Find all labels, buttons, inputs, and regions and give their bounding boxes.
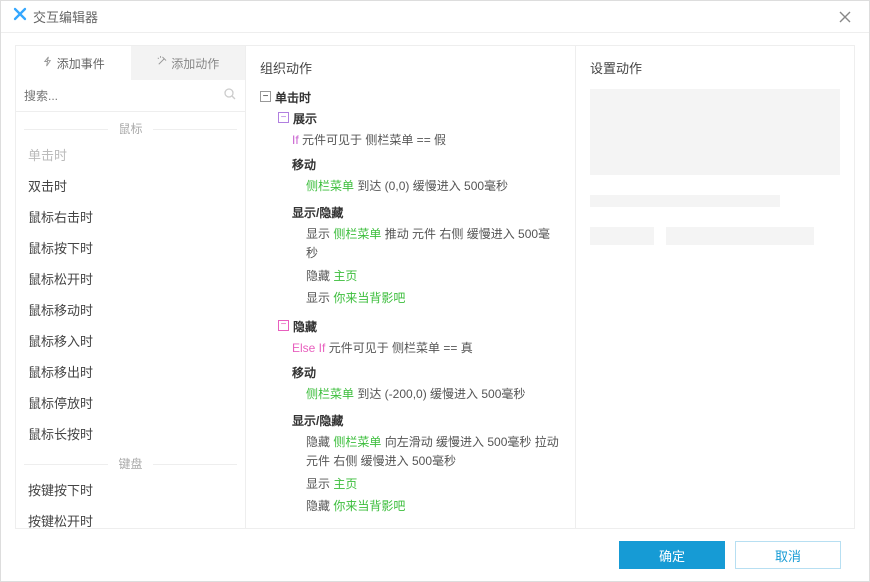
search-row	[16, 80, 245, 112]
event-item[interactable]: 鼠标松开时	[16, 263, 245, 294]
tab-add-event[interactable]: 添加事件	[16, 46, 131, 80]
case-label[interactable]: 展示	[293, 110, 317, 127]
section-title[interactable]: 显示/隐藏	[292, 204, 561, 221]
collapse-toggle-icon[interactable]: −	[278, 112, 289, 123]
placeholder-line	[590, 195, 780, 207]
tab-add-action[interactable]: 添加动作	[131, 46, 246, 80]
event-item[interactable]: 单击时	[16, 139, 245, 170]
event-item[interactable]: 鼠标长按时	[16, 418, 245, 449]
event-item[interactable]: 按键松开时	[16, 505, 245, 528]
tab-add-event-label: 添加事件	[57, 55, 105, 72]
placeholder-small	[666, 227, 814, 245]
center-panel: 组织动作 −单击时−展示If 元件可见于 侧栏菜单 == 假移动侧栏菜单 到达 …	[246, 46, 576, 528]
group-label: 鼠标	[16, 120, 245, 137]
center-header: 组织动作	[260, 58, 561, 77]
action-line[interactable]: 显示 侧栏菜单 推动 元件 右侧 缓慢进入 500毫秒	[306, 225, 561, 263]
close-icon[interactable]	[833, 5, 857, 29]
action-line[interactable]: 侧栏菜单 到达 (0,0) 缓慢进入 500毫秒	[306, 177, 561, 196]
action-tree: −单击时−展示If 元件可见于 侧栏菜单 == 假移动侧栏菜单 到达 (0,0)…	[260, 89, 561, 516]
collapse-toggle-icon[interactable]: −	[278, 320, 289, 331]
lightning-icon	[42, 56, 53, 70]
action-line[interactable]: 显示 你来当背影吧	[306, 289, 561, 308]
placeholder-row	[590, 227, 840, 245]
wand-icon	[156, 56, 167, 70]
collapse-toggle-icon[interactable]: −	[260, 91, 271, 102]
footer: 确定 取消	[15, 529, 855, 581]
window-title: 交互编辑器	[33, 7, 98, 26]
action-line[interactable]: 侧栏菜单 到达 (-200,0) 缓慢进入 500毫秒	[306, 385, 561, 404]
search-input[interactable]	[24, 89, 223, 103]
interaction-editor-window: 交互编辑器 添加事件	[0, 0, 870, 582]
right-header: 设置动作	[590, 58, 840, 77]
event-item[interactable]: 鼠标右击时	[16, 201, 245, 232]
event-root-label[interactable]: 单击时	[275, 89, 311, 106]
search-icon[interactable]	[223, 87, 237, 104]
event-item[interactable]: 双击时	[16, 170, 245, 201]
ok-button[interactable]: 确定	[619, 541, 725, 569]
placeholder-small	[590, 227, 654, 245]
action-line[interactable]: 显示 主页	[306, 475, 561, 494]
app-logo-icon	[13, 7, 27, 26]
section-title[interactable]: 显示/隐藏	[292, 412, 561, 429]
event-list: 鼠标单击时双击时鼠标右击时鼠标按下时鼠标松开时鼠标移动时鼠标移入时鼠标移出时鼠标…	[16, 112, 245, 528]
condition-line[interactable]: Else If 元件可见于 侧栏菜单 == 真	[292, 339, 561, 356]
event-item[interactable]: 鼠标移入时	[16, 325, 245, 356]
action-line[interactable]: 隐藏 侧栏菜单 向左滑动 缓慢进入 500毫秒 拉动 元件 右侧 缓慢进入 50…	[306, 433, 561, 471]
action-line[interactable]: 隐藏 你来当背影吧	[306, 497, 561, 516]
action-line[interactable]: 隐藏 主页	[306, 267, 561, 286]
section-title[interactable]: 移动	[292, 156, 561, 173]
event-item[interactable]: 鼠标移动时	[16, 294, 245, 325]
ok-button-label: 确定	[659, 546, 685, 565]
cancel-button-label: 取消	[775, 546, 801, 565]
case-label[interactable]: 隐藏	[293, 318, 317, 335]
cancel-button[interactable]: 取消	[735, 541, 841, 569]
right-panel: 设置动作	[576, 46, 854, 528]
tab-add-action-label: 添加动作	[171, 55, 219, 72]
group-label: 键盘	[16, 455, 245, 472]
event-item[interactable]: 按键按下时	[16, 474, 245, 505]
condition-line[interactable]: If 元件可见于 侧栏菜单 == 假	[292, 131, 561, 148]
event-item[interactable]: 鼠标按下时	[16, 232, 245, 263]
section-title[interactable]: 移动	[292, 364, 561, 381]
event-item[interactable]: 鼠标停放时	[16, 387, 245, 418]
event-item[interactable]: 鼠标移出时	[16, 356, 245, 387]
titlebar: 交互编辑器	[1, 1, 869, 33]
placeholder-block	[590, 89, 840, 175]
left-panel: 添加事件 添加动作 鼠标单击时双击时鼠标右击时鼠标按下时鼠标松开时	[16, 46, 246, 528]
